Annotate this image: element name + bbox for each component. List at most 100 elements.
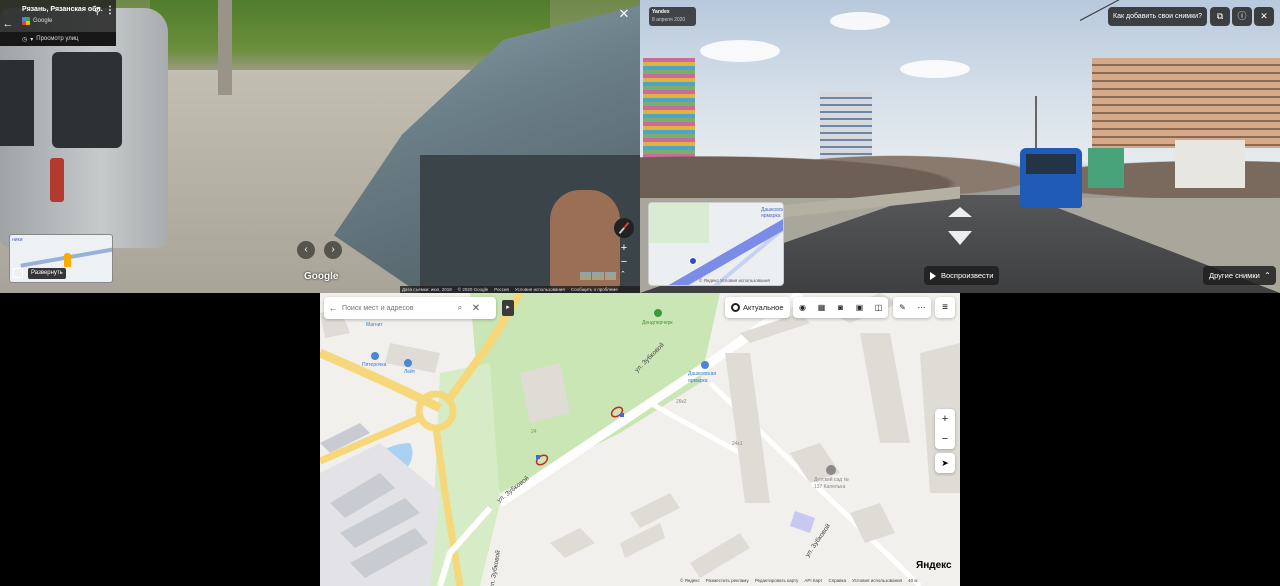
other-photos-label: Другие снимки bbox=[1209, 271, 1260, 280]
brand-row: Google bbox=[22, 17, 52, 25]
map-footer: © Яндекс Разместить рекламу Редактироват… bbox=[680, 578, 917, 583]
panorama-date: 8 апреля 2020 bbox=[652, 17, 686, 23]
back-arrow-icon[interactable]: ← bbox=[324, 303, 342, 313]
poi-dashkovskaya[interactable]: Дашковская ярмарка bbox=[688, 371, 728, 385]
chevron-up-icon: ⌃ bbox=[1264, 271, 1271, 280]
transport-icon[interactable]: ▣ bbox=[850, 297, 869, 318]
move-forward-arrow-icon[interactable] bbox=[948, 203, 972, 219]
close-icon[interactable]: ✕ bbox=[1254, 7, 1274, 26]
poi-magnit[interactable]: Магнит bbox=[366, 322, 383, 328]
traffic-icon[interactable]: ◉ bbox=[793, 297, 812, 318]
brand-label: Google bbox=[33, 18, 53, 24]
footer-help-link[interactable]: Справка bbox=[828, 578, 846, 583]
move-back-arrow-icon[interactable] bbox=[948, 229, 972, 245]
search-icon[interactable]: ⌕ bbox=[452, 303, 468, 313]
yandex-panorama-panel[interactable]: Yandex 8 апреля 2020 Как добавить свои с… bbox=[640, 0, 1280, 293]
yandex-logo: Яндекс bbox=[916, 560, 952, 571]
play-label: Воспроизвести bbox=[941, 271, 994, 280]
minimap-terms-link[interactable]: Условия использования bbox=[720, 278, 770, 283]
tools-toolbar: ✎ ⋯ bbox=[893, 297, 931, 318]
footer-report-link[interactable]: Сообщить о проблеме bbox=[571, 287, 618, 292]
actual-layer-button[interactable]: Актуальное bbox=[725, 297, 790, 318]
google-maps-icon bbox=[22, 17, 30, 25]
google-footer: Дата съемки: июл. 2019 © 2020 Google Рос… bbox=[400, 286, 640, 293]
viewpoint-marker-icon bbox=[689, 257, 697, 265]
actual-label: Актуальное bbox=[743, 303, 784, 312]
collapse-panel-button[interactable]: ▸ bbox=[502, 300, 514, 316]
kindergarten-label[interactable]: Детский сад № 137 Капелька bbox=[814, 477, 854, 491]
house-number: 26к2 bbox=[676, 399, 687, 405]
scene-streetlamp bbox=[1035, 96, 1037, 156]
geolocation-icon[interactable]: ➤ bbox=[935, 453, 955, 473]
zoom-control: + − bbox=[935, 409, 955, 449]
compass-icon[interactable] bbox=[614, 218, 634, 238]
footer-terms-link[interactable]: Условия использования bbox=[852, 578, 902, 583]
chevron-up-icon[interactable]: ⌃ bbox=[620, 270, 626, 278]
panorama-minimap[interactable]: Дашковская ярмарка © Яндекс Условия испо… bbox=[648, 202, 784, 286]
back-arrow-icon[interactable]: ← bbox=[2, 16, 14, 32]
pegman-icon[interactable] bbox=[64, 253, 71, 267]
chevron-down-icon: ▾ bbox=[30, 36, 34, 43]
menu-icon[interactable]: ≡ bbox=[935, 297, 955, 318]
zoom-in-button[interactable]: + bbox=[935, 409, 955, 429]
poi-leit[interactable]: Лейт bbox=[404, 369, 415, 375]
address-title: Рязань, Рязанская обл. bbox=[22, 6, 103, 13]
footer-api-link[interactable]: API Карт bbox=[804, 578, 822, 583]
house-number: 24к1 bbox=[732, 441, 743, 447]
report-icon[interactable]: ⓘ bbox=[1232, 7, 1252, 26]
add-photos-button[interactable]: Как добавить свои снимки? bbox=[1108, 7, 1207, 26]
target-icon bbox=[731, 303, 740, 312]
ruler-icon[interactable]: ✎ bbox=[893, 297, 912, 318]
mode-label: Просмотр улиц bbox=[36, 36, 79, 42]
clock-icon: ◷ bbox=[22, 36, 28, 43]
footer-ads-link[interactable]: Разместить рекламу bbox=[706, 578, 749, 583]
other-photos-button[interactable]: Другие снимки ⌃ bbox=[1203, 266, 1276, 285]
screen-root: ← Рязань, Рязанская обл. Google ⚲ ⋮ ◷ ▾ … bbox=[0, 0, 1280, 586]
footer-country[interactable]: Россия bbox=[494, 287, 509, 292]
layers-icon[interactable]: ◫ bbox=[869, 297, 888, 318]
poi-pyaterochka[interactable]: Пятерочка bbox=[362, 362, 386, 368]
address-card: ← Рязань, Рязанская обл. Google ⚲ ⋮ ◷ ▾ … bbox=[0, 0, 116, 46]
google-logo: Google bbox=[304, 271, 339, 282]
panorama-provider: Yandex bbox=[652, 9, 670, 15]
play-icon bbox=[930, 272, 936, 280]
panorama-icon[interactable]: ▦ bbox=[812, 297, 831, 318]
layers-toolbar: ◉ ▦ ◙ ▣ ◫ bbox=[793, 297, 888, 318]
close-icon[interactable]: ✕ bbox=[468, 303, 484, 314]
fullscreen-icon[interactable] bbox=[13, 268, 23, 278]
panorama-meta: Yandex 8 апреля 2020 bbox=[649, 7, 696, 26]
minimap-copyright: © Яндекс bbox=[699, 278, 719, 283]
search-bar[interactable]: ← ⌕ ✕ bbox=[324, 297, 496, 319]
arrow-left-icon[interactable]: ‹ bbox=[297, 241, 315, 259]
share-icon[interactable]: ⧉ bbox=[1210, 7, 1230, 26]
footer-copyright: © Яндекс bbox=[680, 578, 700, 583]
search-input[interactable] bbox=[342, 304, 452, 312]
location-pin-icon[interactable]: ⚲ bbox=[94, 6, 101, 17]
photo-thumbnails[interactable] bbox=[580, 272, 616, 280]
scene-pole bbox=[218, 0, 232, 95]
footer-terms-link[interactable]: Условия использования bbox=[515, 287, 565, 292]
camera-icon[interactable]: ◙ bbox=[831, 297, 850, 318]
more-options-icon[interactable]: ⋮ bbox=[105, 5, 115, 16]
poi-park[interactable]: Дендлерчерк bbox=[642, 320, 673, 326]
minimap-footer: © Яндекс Условия использования bbox=[699, 278, 770, 283]
scale-label: 40 м bbox=[908, 578, 918, 583]
street-view-mode-selector[interactable]: ◷ ▾ Просмотр улиц bbox=[0, 32, 116, 46]
house-number: 24 bbox=[531, 429, 537, 435]
google-street-view-panel[interactable]: ← Рязань, Рязанская обл. Google ⚲ ⋮ ◷ ▾ … bbox=[0, 0, 640, 293]
scene-pavilion bbox=[1175, 140, 1245, 188]
map-canvas[interactable] bbox=[320, 293, 960, 586]
expand-tooltip: Развернуть bbox=[28, 268, 66, 279]
more-icon[interactable]: ⋯ bbox=[912, 297, 931, 318]
minimap-poi-label: Дашковская ярмарка bbox=[761, 207, 784, 219]
close-icon[interactable]: ✕ bbox=[616, 6, 632, 22]
arrow-right-icon[interactable]: › bbox=[324, 241, 342, 259]
play-button[interactable]: Воспроизвести bbox=[924, 266, 1000, 285]
zoom-in-button[interactable]: + bbox=[617, 242, 631, 254]
footer-date: Дата съемки: июл. 2019 bbox=[402, 287, 452, 292]
yandex-map-panel[interactable]: Магнит Пятерочка Лейт Дендлерчерк Дашков… bbox=[320, 293, 960, 586]
scene-kiosk bbox=[1088, 148, 1124, 188]
zoom-out-button[interactable]: − bbox=[617, 256, 631, 268]
footer-edit-link[interactable]: Редактировать карту bbox=[755, 578, 799, 583]
zoom-out-button[interactable]: − bbox=[935, 429, 955, 449]
